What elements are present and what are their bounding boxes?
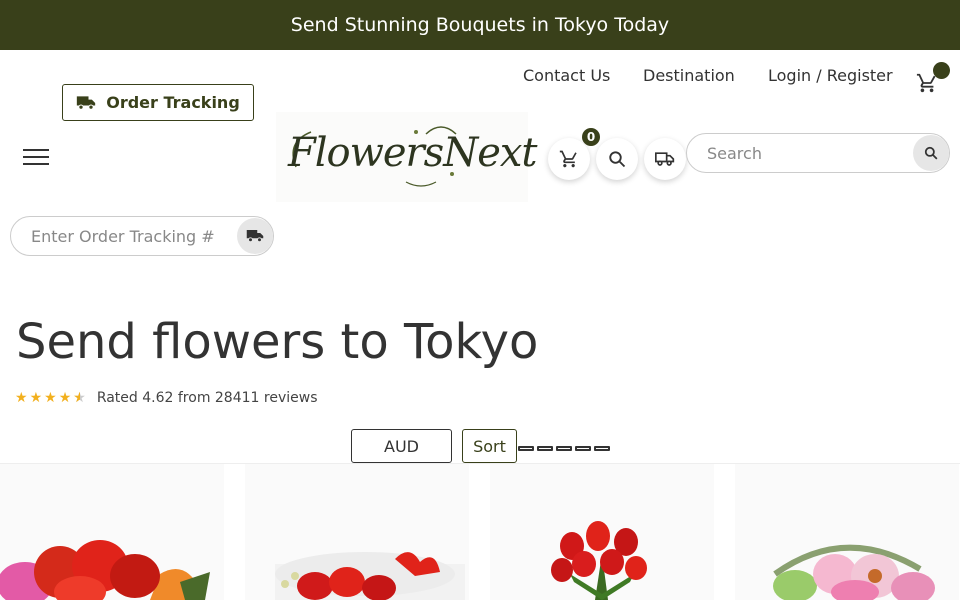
product-card[interactable] [490,464,714,600]
truck-icon [77,95,96,110]
nav-login-register[interactable]: Login / Register [768,66,893,85]
product-card[interactable] [0,464,224,600]
search-box [686,133,950,173]
cart-indicator-dot [933,62,950,79]
track-order-button[interactable] [644,138,686,180]
cart-button[interactable] [548,138,590,180]
rating-summary: ★ ★ ★ ★ ★ Rated 4.62 from 28411 reviews [15,388,317,408]
sort-button[interactable]: Sort [462,429,517,463]
search-input[interactable] [707,142,907,164]
search-icon [609,151,626,168]
product-image [551,521,647,600]
banner-text: Send Stunning Bouquets in Tokyo Today [290,14,670,36]
tracking-box [10,216,274,256]
star-icon: ★ [58,390,72,406]
cart-icon [559,150,577,168]
truck-icon [246,230,264,243]
search-icon [924,146,938,160]
search-toggle-button[interactable] [596,138,638,180]
star-icon: ★ [29,390,43,406]
rating-text: Rated 4.62 from 28411 reviews [96,390,318,406]
product-image [773,544,935,600]
tracking-submit-button[interactable] [237,218,273,254]
site-logo[interactable]: FlowersNext [276,112,537,202]
star-icon: ★ [15,390,28,406]
view-option[interactable] [518,446,534,451]
truck-icon [655,152,675,166]
view-option[interactable] [575,446,591,451]
rating-stars: ★ ★ ★ ★ ★ [15,390,86,406]
page-title: Send flowers to Tokyo [16,314,539,370]
menu-toggle-button[interactable] [23,149,49,167]
star-icon: ★ [44,390,57,406]
order-tracking-input[interactable] [31,225,241,247]
currency-select[interactable]: AUD [351,429,452,463]
nav-destination[interactable]: Destination [643,66,735,85]
view-toggle-group[interactable] [518,446,610,451]
product-image [275,552,465,600]
search-submit-button[interactable] [913,135,949,171]
product-image [0,540,210,600]
logo-text: FlowersNext [288,130,537,176]
order-tracking-button[interactable]: Order Tracking [62,84,254,121]
view-option[interactable] [537,446,553,451]
product-card[interactable] [735,464,959,600]
nav-contact-us[interactable]: Contact Us [523,66,610,85]
half-star-icon: ★ [73,390,86,406]
top-cart-button[interactable] [916,62,950,94]
top-banner: Send Stunning Bouquets in Tokyo Today [0,0,960,50]
cart-count-badge: 0 [582,128,600,146]
view-option[interactable] [556,446,572,451]
view-option[interactable] [594,446,610,451]
product-card[interactable] [245,464,469,600]
order-tracking-label: Order Tracking [106,93,240,112]
